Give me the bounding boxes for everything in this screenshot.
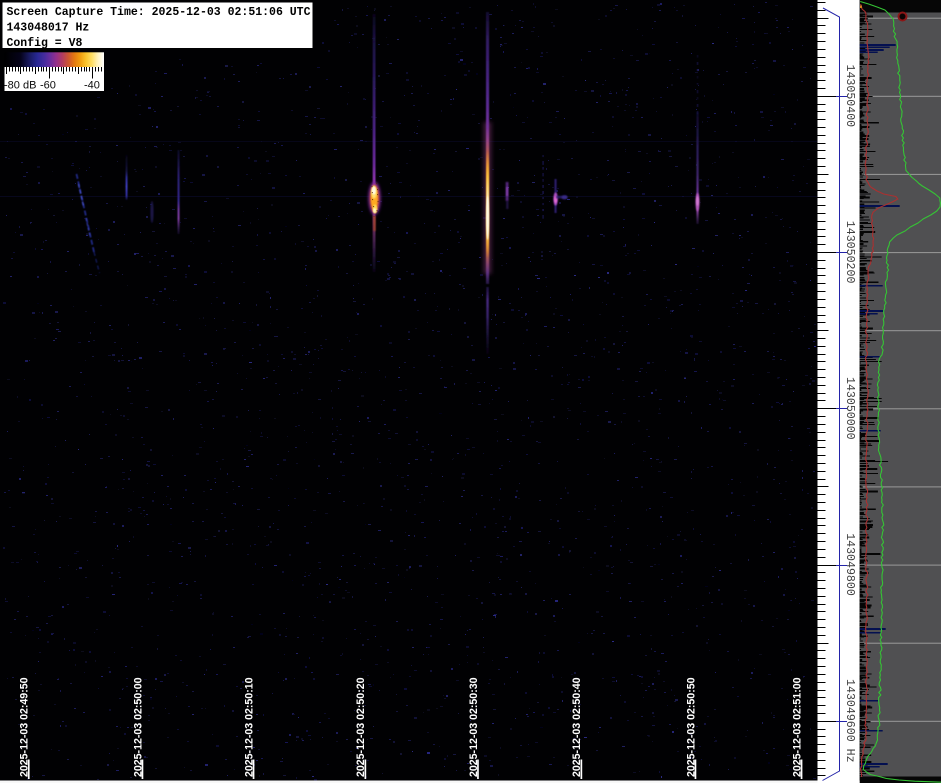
svg-text:143050000: 143050000 xyxy=(843,377,856,440)
svg-text:-60: -60 xyxy=(40,80,56,92)
svg-text:-80 dB: -80 dB xyxy=(4,80,36,92)
svg-text:-40: -40 xyxy=(84,80,100,92)
svg-text:143050200: 143050200 xyxy=(843,221,856,284)
svg-text:143049600 Hz: 143049600 Hz xyxy=(843,679,856,763)
svg-text:Config = V8: Config = V8 xyxy=(7,37,83,50)
svg-text:143050400: 143050400 xyxy=(843,64,856,127)
svg-text:143048017 Hz: 143048017 Hz xyxy=(7,22,90,35)
svg-text:143049800: 143049800 xyxy=(843,533,856,596)
svg-text:Screen Capture Time: 2025-12-0: Screen Capture Time: 2025-12-03 02:51:06… xyxy=(7,6,311,19)
